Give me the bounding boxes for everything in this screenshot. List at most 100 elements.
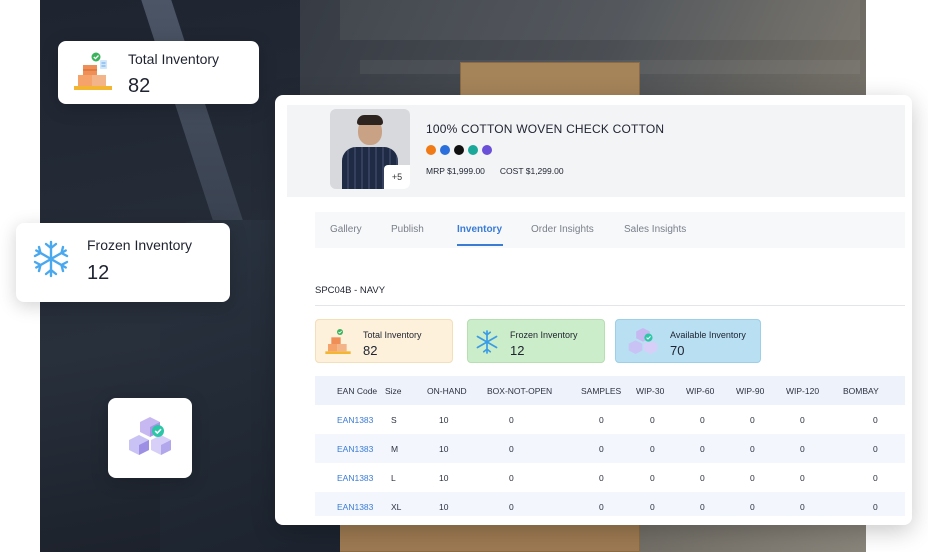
cell-samples: 0 [581,492,636,516]
ean-link[interactable]: EAN1383 [315,492,385,516]
cell-on-hand: 10 [439,472,449,483]
frozen-inventory-value: 12 [87,262,110,284]
col-header: WIP-60 [686,376,736,405]
cell-wip-30: 0 [636,434,686,463]
snowflake-icon [474,329,500,360]
col-header: WIP-90 [736,376,786,405]
cubes-icon [628,326,658,361]
frozen-inventory-label: Frozen Inventory [87,237,193,253]
cell-samples: 0 [599,414,604,425]
stat-frozen-value: 12 [510,343,525,358]
cell-bombay: 0 [873,472,878,483]
cell-box-not-open: 0 [487,434,581,463]
color-swatch[interactable] [454,145,464,155]
inventory-table: EAN Code Size ON-HAND BOX-NOT-OPEN SAMPL… [315,376,905,516]
cell-wip-60: 0 [700,414,705,425]
frozen-inventory-card: Frozen Inventory 12 [16,223,230,302]
ean-link[interactable]: EAN1383 [315,405,385,434]
cell-on-hand: 10 [427,434,487,463]
active-tab-indicator [457,244,503,246]
stat-frozen-inventory: Frozen Inventory 12 [467,319,605,363]
col-header: BOMBAY [843,376,905,405]
col-header: Size [385,376,427,405]
col-header: WIP-120 [786,376,843,405]
tab-publish[interactable]: Publish [391,224,424,235]
col-header: WIP-30 [636,376,686,405]
col-header: SAMPLES [581,376,636,405]
table-row: EAN1383 M 10 0 0 0 0 0 0 0 [315,434,905,463]
cell-box-not-open: 0 [509,472,514,483]
tab-bar: Gallery Publish Inventory Order Insights… [315,212,905,248]
cost-price: COST $1,299.00 [499,166,564,176]
mrp-price: MRP $1,999.00 [426,166,485,176]
cell-bombay: 0 [843,434,905,463]
cell-samples: 0 [599,472,604,483]
stat-total-inventory: Total Inventory 82 [315,319,453,363]
tab-sales-insights[interactable]: Sales Insights [624,224,686,235]
cell-box-not-open: 0 [487,492,581,516]
available-inventory-icon-card [108,398,192,478]
cell-wip-30: 0 [636,492,686,516]
product-panel: +5 100% COTTON WOVEN CHECK COTTON MRP $1… [275,95,912,525]
stat-available-value: 70 [670,343,685,358]
stat-available-inventory: Available Inventory 70 [615,319,761,363]
snowflake-icon [31,239,71,284]
col-header: EAN Code [315,376,385,405]
cell-wip-120: 0 [800,414,805,425]
cell-wip-30: 0 [650,472,655,483]
cell-wip-90: 0 [736,492,786,516]
tab-order-insights[interactable]: Order Insights [531,224,594,235]
ean-link[interactable]: EAN1383 [315,434,385,463]
cell-wip-90: 0 [750,414,755,425]
color-swatch[interactable] [440,145,450,155]
product-thumbnail[interactable]: +5 [330,109,410,189]
stat-frozen-label: Frozen Inventory [510,330,578,340]
cell-size: M [385,434,427,463]
table-header-row: EAN Code Size ON-HAND BOX-NOT-OPEN SAMPL… [315,376,905,405]
cubes-icon [128,415,172,462]
tab-gallery[interactable]: Gallery [330,224,362,235]
cell-wip-120: 0 [786,492,843,516]
cell-wip-30: 0 [650,414,655,425]
divider [315,305,905,306]
total-inventory-card: Total Inventory 82 [58,41,259,104]
stat-available-label: Available Inventory [670,330,746,340]
cell-wip-60: 0 [686,492,736,516]
table-row: EAN1383 S 10 0 0 0 0 0 0 0 [315,405,905,434]
tab-inventory[interactable]: Inventory [457,224,502,235]
cell-size: XL [385,492,427,516]
cell-on-hand: 10 [439,414,449,425]
col-header: ON-HAND [427,376,487,405]
ean-link[interactable]: EAN1383 [315,463,385,492]
product-header: +5 100% COTTON WOVEN CHECK COTTON MRP $1… [287,105,905,197]
cell-samples: 0 [581,434,636,463]
cell-box-not-open: 0 [509,414,514,425]
color-swatch[interactable] [426,145,436,155]
color-swatch[interactable] [468,145,478,155]
cell-wip-60: 0 [686,434,736,463]
price-row: MRP $1,999.00 COST $1,299.00 [426,166,564,176]
table-row: EAN1383 XL 10 0 0 0 0 0 0 0 [315,492,905,516]
boxes-icon [324,328,352,361]
cell-size: S [391,414,397,425]
total-inventory-label: Total Inventory [128,51,220,67]
col-header: BOX-NOT-OPEN [487,376,581,405]
table-row: EAN1383 L 10 0 0 0 0 0 0 0 [315,463,905,492]
cell-wip-120: 0 [800,472,805,483]
product-title: 100% COTTON WOVEN CHECK COTTON [426,122,665,136]
cell-bombay: 0 [873,414,878,425]
stat-total-label: Total Inventory [363,330,422,340]
boxes-icon [72,51,114,98]
cell-wip-60: 0 [700,472,705,483]
stat-total-value: 82 [363,343,378,358]
cell-on-hand: 10 [427,492,487,516]
total-inventory-value: 82 [128,75,151,97]
cell-bombay: 0 [843,492,905,516]
cell-wip-120: 0 [786,434,843,463]
variant-label: SPC04B - NAVY [315,285,386,296]
color-swatch[interactable] [482,145,492,155]
cell-wip-90: 0 [750,472,755,483]
cell-wip-90: 0 [736,434,786,463]
more-images-badge[interactable]: +5 [384,165,410,189]
cell-size: L [391,472,396,483]
